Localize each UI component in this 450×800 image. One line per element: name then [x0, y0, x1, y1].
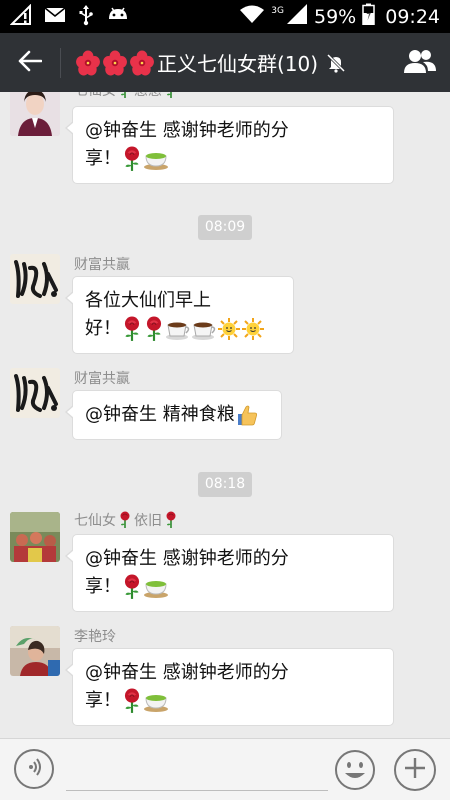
header-divider: [60, 47, 61, 78]
rose-icon: [164, 511, 178, 529]
chat-title-text: 正义七仙女群(10): [157, 52, 319, 76]
rose-icon: [118, 511, 132, 529]
message-bubble[interactable]: @钟奋生 感谢钟老师的分 享！: [65, 106, 394, 184]
rose-icon: [118, 92, 132, 99]
usb-icon: [78, 4, 94, 30]
message-text: @钟奋生 感谢钟老师的分: [85, 120, 289, 141]
message-text-line2: 享！: [85, 145, 381, 173]
voice-icon: [23, 756, 45, 782]
message-text: @钟奋生 精神食粮: [85, 401, 269, 429]
message-bubble[interactable]: @钟奋生 感谢钟老师的分 享！: [65, 534, 394, 612]
rose-icon: [121, 316, 143, 342]
rose-icon: [143, 316, 165, 342]
coffee-icon: [191, 317, 217, 341]
message-text: @钟奋生 感谢钟老师的分: [85, 548, 289, 569]
tea-icon: [143, 689, 169, 713]
plus-icon: [403, 756, 427, 784]
sun-icon: [241, 317, 265, 341]
avatar[interactable]: [10, 368, 60, 418]
thumbs-up-icon: [235, 403, 259, 427]
rose-icon: [164, 92, 178, 99]
timestamp: 08:09: [198, 215, 252, 240]
cell-signal-icon: [286, 3, 308, 30]
rose-icon: [121, 146, 143, 172]
avatar[interactable]: [10, 512, 60, 562]
android-icon: [106, 5, 130, 29]
message-text-line2: 好！: [85, 315, 281, 343]
rose-icon: [121, 574, 143, 600]
group-members-icon: [403, 48, 437, 78]
avatar[interactable]: [10, 254, 60, 304]
voice-button[interactable]: [14, 749, 54, 789]
sender-name: 财富共赢: [74, 371, 130, 387]
sender-name: 七仙女 惠惠: [74, 92, 178, 100]
message-text: 各位大仙们早上: [85, 290, 211, 311]
more-options-button[interactable]: [394, 749, 436, 791]
hibiscus-icon: [75, 50, 101, 76]
back-button[interactable]: [0, 33, 60, 92]
chat-header: 正义七仙女群(10): [0, 33, 450, 92]
message-bubble[interactable]: 各位大仙们早上 好！: [65, 276, 294, 354]
input-bar: [0, 738, 450, 800]
emoji-icon: [334, 750, 376, 795]
avatar[interactable]: [10, 92, 60, 136]
message-text: @钟奋生 感谢钟老师的分: [85, 662, 289, 683]
network-type: 3G: [271, 5, 284, 16]
message-bubble[interactable]: @钟奋生 精神食粮: [65, 390, 282, 440]
mute-bell-icon: [326, 53, 346, 73]
avatar[interactable]: [10, 626, 60, 676]
title-emoji-group: [75, 50, 155, 76]
tea-icon: [143, 147, 169, 171]
chat-title: 正义七仙女群(10): [75, 48, 346, 77]
sun-icon: [217, 317, 241, 341]
message-text-line2: 享！: [85, 573, 381, 601]
emoji-button[interactable]: [334, 749, 376, 791]
message-bubble[interactable]: @钟奋生 感谢钟老师的分 享！: [65, 648, 394, 726]
timestamp: 08:18: [198, 472, 252, 497]
mail-icon: [44, 6, 66, 28]
signal-warning-icon: [9, 3, 32, 30]
sender-name: 李艳玲: [74, 629, 116, 645]
message-list[interactable]: 七仙女 惠惠 @钟奋生 感谢钟老师的分 享！ 08:09 财富共赢 各位大仙们早…: [0, 92, 450, 738]
message-input[interactable]: [66, 749, 328, 791]
battery-icon: [362, 3, 375, 30]
group-members-button[interactable]: [390, 33, 450, 92]
tea-icon: [143, 575, 169, 599]
battery-percent: 59%: [314, 5, 357, 28]
wifi-icon: [239, 4, 265, 29]
clock: 09:24: [385, 5, 440, 28]
coffee-icon: [165, 317, 191, 341]
back-arrow-icon: [18, 50, 43, 76]
sender-name: 财富共赢: [74, 257, 130, 273]
sender-name: 七仙女 依旧: [74, 510, 178, 530]
hibiscus-icon: [102, 50, 128, 76]
message-text-line2: 享！: [85, 687, 381, 715]
hibiscus-icon: [129, 50, 155, 76]
rose-icon: [121, 688, 143, 714]
status-bar: 3G 59% 09:24: [0, 0, 450, 33]
